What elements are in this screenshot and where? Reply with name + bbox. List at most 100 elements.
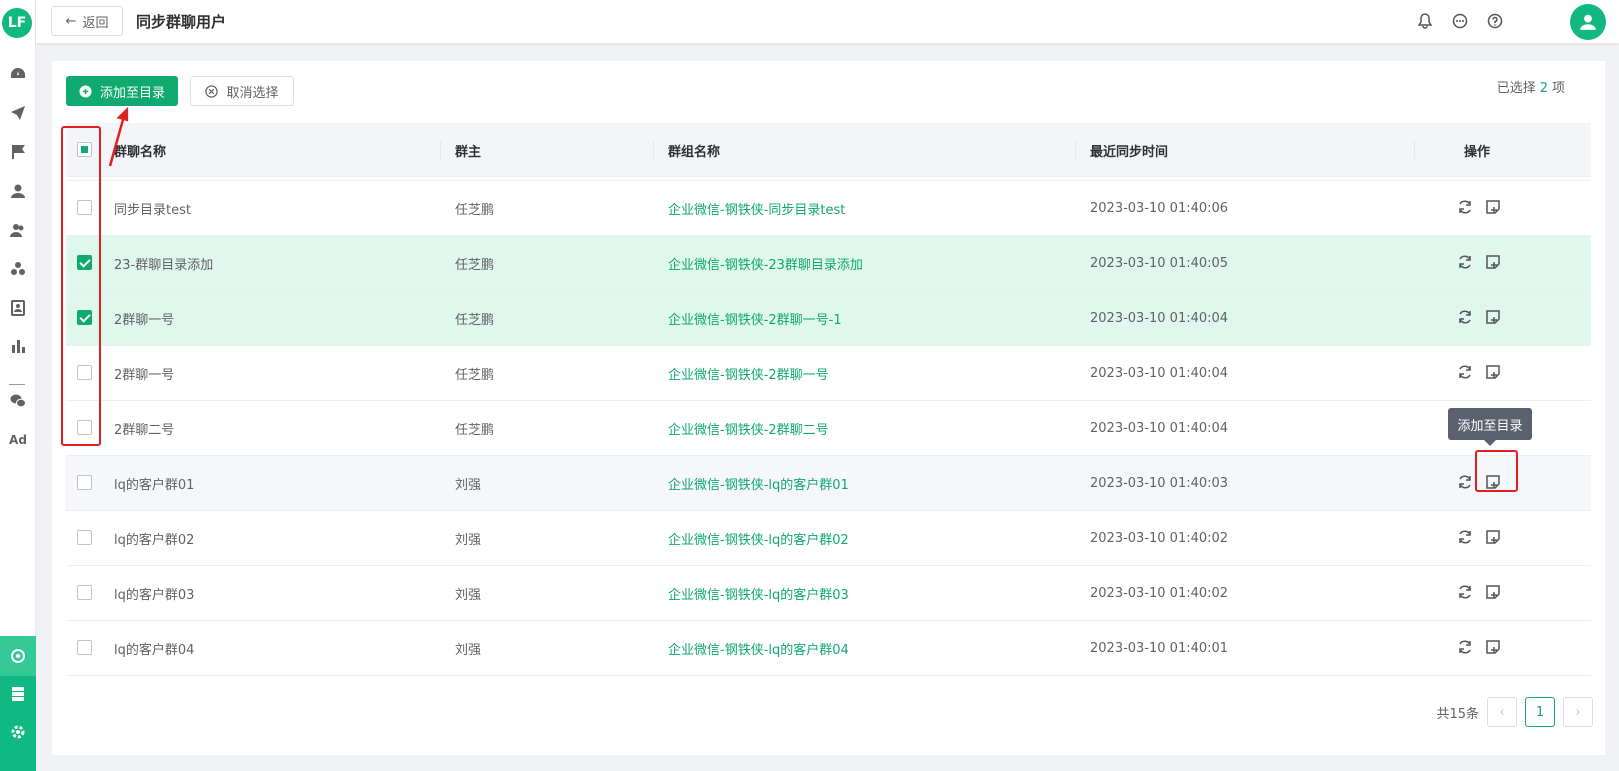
- add-to-directory-icon[interactable]: [1484, 638, 1502, 656]
- next-page-button[interactable]: ›: [1563, 697, 1593, 727]
- cell-chat-name: 同步目录test: [114, 202, 191, 218]
- dashboard-icon[interactable]: [8, 64, 28, 84]
- group-icon[interactable]: [8, 259, 28, 279]
- table-row[interactable]: 同步目录test 任芝鹏 企业微信-钢铁侠-同步目录test 2023-03-10 0…: [66, 181, 1591, 236]
- sync-icon[interactable]: [1456, 363, 1474, 381]
- sync-icon[interactable]: [1456, 473, 1474, 491]
- selected-count: 2: [1539, 81, 1548, 96]
- page-number-button[interactable]: 1: [1525, 697, 1555, 727]
- total-count: 共15条: [1436, 706, 1479, 722]
- cell-group-name-link[interactable]: 企业微信-钢铁侠-同步目录test: [668, 181, 845, 235]
- add-to-directory-icon[interactable]: [1484, 583, 1502, 601]
- add-to-directory-icon[interactable]: [1484, 253, 1502, 271]
- cell-chat-name: 2群聊一号: [114, 312, 175, 328]
- sync-icon[interactable]: [1456, 583, 1474, 601]
- table-row[interactable]: 23-群聊目录添加 任芝鹏 企业微信-钢铁侠-23群聊目录添加 2023-03-10 …: [66, 236, 1591, 291]
- table-row[interactable]: lq的客户群03 刘强 企业微信-钢铁侠-lq的客户群03 2023-03-10 01…: [66, 566, 1591, 621]
- top-header: ← 返回 同步群聊用户: [36, 0, 1619, 44]
- send-icon[interactable]: [8, 103, 28, 123]
- sidebar-divider: [9, 384, 25, 385]
- sync-icon[interactable]: [1456, 308, 1474, 326]
- cell-chat-name: lq的客户群01: [114, 477, 195, 493]
- row-actions: [1456, 253, 1502, 271]
- cell-sync-time: 2023-03-10 01:40:05: [1090, 255, 1229, 271]
- column-separator: [1075, 141, 1076, 159]
- settings-icon[interactable]: [8, 722, 28, 742]
- user-icon[interactable]: [8, 181, 28, 201]
- cell-group-name-link[interactable]: 企业微信-钢铁侠-2群聊二号: [668, 401, 829, 455]
- sidebar-bottom: [0, 636, 36, 771]
- table-row[interactable]: lq的客户群04 刘强 企业微信-钢铁侠-lq的客户群04 2023-03-10 01…: [66, 621, 1591, 676]
- flag-icon[interactable]: [8, 142, 28, 162]
- row-checkbox[interactable]: [77, 640, 92, 655]
- cell-owner: 刘强: [455, 477, 482, 493]
- storage-icon[interactable]: [8, 684, 28, 704]
- cell-owner: 刘强: [455, 532, 482, 548]
- sync-icon[interactable]: [1456, 253, 1474, 271]
- row-actions: [1456, 638, 1502, 656]
- bar-chart-icon[interactable]: [8, 336, 28, 356]
- table-rows: 同步目录test 任芝鹏 企业微信-钢铁侠-同步目录test 2023-03-10 0…: [66, 181, 1591, 676]
- cell-chat-name: lq的客户群04: [114, 642, 195, 658]
- cell-group-name-link[interactable]: 企业微信-钢铁侠-lq的客户群01: [668, 456, 849, 510]
- row-actions: [1456, 528, 1502, 546]
- cell-group-name-link[interactable]: 企业微信-钢铁侠-23群聊目录添加: [668, 236, 863, 290]
- sync-icon[interactable]: [1456, 198, 1474, 216]
- add-to-directory-icon[interactable]: [1484, 198, 1502, 216]
- annotation-checkbox-column-box: [61, 126, 101, 446]
- cell-group-name-link[interactable]: 企业微信-钢铁侠-lq的客户群02: [668, 511, 849, 565]
- sync-icon[interactable]: [1456, 638, 1474, 656]
- row-checkbox[interactable]: [77, 475, 92, 490]
- cell-group-name-link[interactable]: 企业微信-钢铁侠-2群聊一号-1: [668, 291, 842, 345]
- add-to-directory-icon[interactable]: [1484, 308, 1502, 326]
- customer-group-icon[interactable]: [8, 646, 28, 666]
- back-button-label: 返回: [82, 15, 109, 31]
- add-to-directory-button[interactable]: 添加至目录: [66, 76, 178, 106]
- cell-group-name-link[interactable]: 企业微信-钢铁侠-2群聊一号: [668, 346, 829, 400]
- cell-owner: 任芝鹏: [455, 202, 495, 218]
- row-actions: [1456, 363, 1502, 381]
- sync-icon[interactable]: [1456, 528, 1474, 546]
- add-to-directory-icon[interactable]: [1484, 363, 1502, 381]
- plus-circle-icon: [79, 84, 92, 98]
- message-icon[interactable]: [1450, 11, 1470, 31]
- page-title: 同步群聊用户: [136, 13, 227, 31]
- back-button[interactable]: ← 返回: [51, 6, 123, 36]
- column-header-sync-time: 最近同步时间: [1090, 144, 1169, 160]
- cell-chat-name: lq的客户群03: [114, 587, 195, 603]
- cell-sync-time: 2023-03-10 01:40:03: [1090, 475, 1229, 491]
- column-separator: [440, 141, 441, 159]
- cancel-selection-button[interactable]: 取消选择: [190, 76, 294, 106]
- cell-chat-name: lq的客户群02: [114, 532, 195, 548]
- cell-group-name-link[interactable]: 企业微信-钢铁侠-lq的客户群03: [668, 566, 849, 620]
- cell-sync-time: 2023-03-10 01:40:06: [1090, 200, 1229, 216]
- cell-sync-time: 2023-03-10 01:40:02: [1090, 585, 1229, 601]
- table-row[interactable]: 2群聊二号 任芝鹏 企业微信-钢铁侠-2群聊二号 2023-03-10 01:40:0…: [66, 401, 1591, 456]
- cell-owner: 任芝鹏: [455, 312, 495, 328]
- table-row[interactable]: lq的客户群01 刘强 企业微信-钢铁侠-lq的客户群01 2023-03-10 01…: [66, 456, 1591, 511]
- cell-sync-time: 2023-03-10 01:40:02: [1090, 530, 1229, 546]
- main-card: 添加至目录 取消选择 已选择 2 项 群聊名称 群主 群组名称 最近同步时间 操作 …: [52, 61, 1605, 755]
- bell-icon[interactable]: [1415, 11, 1435, 31]
- table-row[interactable]: lq的客户群02 刘强 企业微信-钢铁侠-lq的客户群02 2023-03-10 01…: [66, 511, 1591, 566]
- column-header-owner: 群主: [455, 144, 482, 160]
- ad-icon[interactable]: Ad: [8, 430, 28, 450]
- prev-page-button[interactable]: ‹: [1487, 697, 1517, 727]
- help-icon[interactable]: [1485, 11, 1505, 31]
- users-icon[interactable]: [8, 220, 28, 240]
- contact-book-icon[interactable]: [8, 298, 28, 318]
- table-row[interactable]: 2群聊一号 任芝鹏 企业微信-钢铁侠-2群聊一号-1 2023-03-10 01:40…: [66, 291, 1591, 346]
- row-checkbox[interactable]: [77, 585, 92, 600]
- selected-suffix: 项: [1551, 81, 1565, 96]
- column-separator: [653, 141, 654, 159]
- avatar[interactable]: [1570, 4, 1606, 40]
- add-to-directory-icon[interactable]: [1484, 528, 1502, 546]
- chevron-left-icon: ‹: [1499, 704, 1505, 720]
- selected-prefix: 已选择: [1496, 81, 1536, 96]
- cell-chat-name: 23-群聊目录添加: [114, 257, 214, 273]
- app-logo[interactable]: LF: [2, 8, 32, 38]
- cell-group-name-link[interactable]: 企业微信-钢铁侠-lq的客户群04: [668, 621, 849, 675]
- table-row[interactable]: 2群聊一号 任芝鹏 企业微信-钢铁侠-2群聊一号 2023-03-10 01:40:0…: [66, 346, 1591, 401]
- row-checkbox[interactable]: [77, 530, 92, 545]
- wechat-icon[interactable]: [8, 391, 28, 411]
